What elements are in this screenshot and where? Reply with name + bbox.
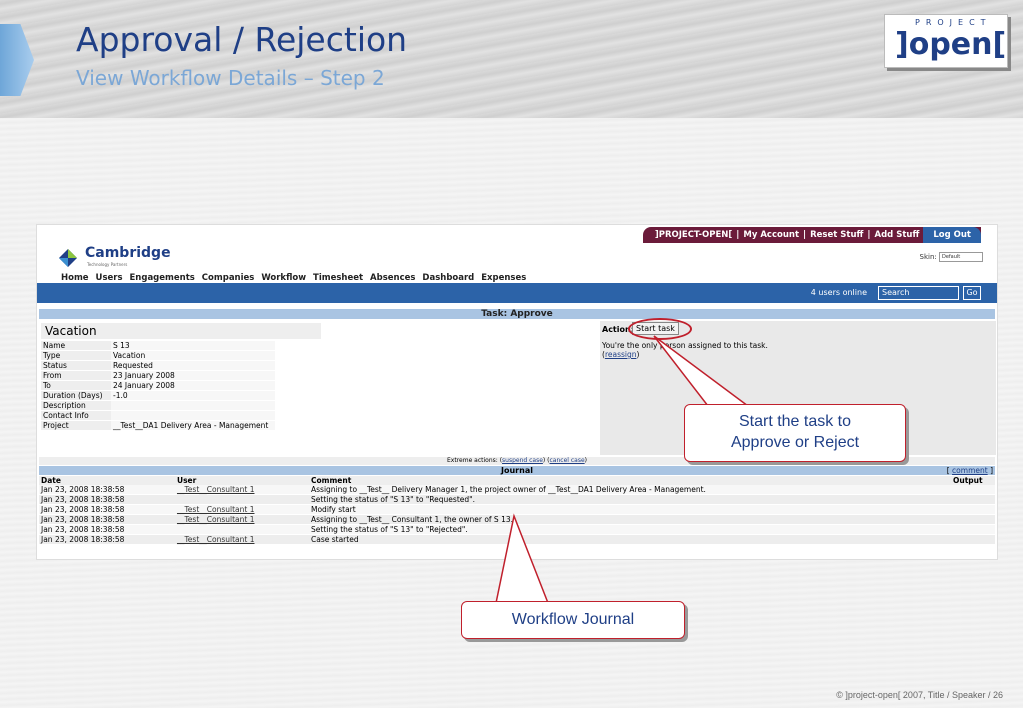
- callout-line-2: Approve or Reject: [730, 434, 860, 451]
- field-row: To 24 January 2008: [41, 380, 275, 391]
- logo-small-text: PROJECT: [915, 18, 992, 27]
- slide-subtitle: View Workflow Details – Step 2: [76, 66, 385, 90]
- vacation-fields: Name S 13 Type Vacation Status Requested Fr…: [41, 341, 275, 431]
- field-row: Type Vacation: [41, 350, 275, 361]
- logo-big-text: ]open[: [895, 27, 1007, 62]
- comment-link-wrap: [ comment ]: [946, 466, 993, 475]
- slide-footer: © ]project-open[ 2007, Title / Speaker /…: [836, 690, 1003, 700]
- field-row: Name S 13: [41, 341, 275, 351]
- nav-dashboard[interactable]: Dashboard: [422, 273, 474, 283]
- comment-link[interactable]: comment: [952, 466, 988, 475]
- col-output: Output: [951, 476, 995, 485]
- field-row: Duration (Days) -1.0: [41, 390, 275, 401]
- field-row: Contact Info: [41, 410, 275, 421]
- reassign-line: (reassign): [602, 350, 640, 359]
- field-row: Project __Test__DA1 Delivery Area - Manag…: [41, 420, 275, 431]
- cambridge-diamond-icon: [59, 249, 77, 267]
- nav-engagements[interactable]: Engagements: [130, 273, 195, 283]
- highlight-circle: [628, 318, 692, 340]
- nav-timesheet[interactable]: Timesheet: [313, 273, 363, 283]
- reassign-link[interactable]: reassign: [605, 350, 637, 359]
- nav-workflow[interactable]: Workflow: [261, 273, 306, 283]
- nav-expenses[interactable]: Expenses: [481, 273, 526, 283]
- nav-companies[interactable]: Companies: [202, 273, 255, 283]
- logo-tagline: Technology Partners: [87, 262, 128, 267]
- table-row: Jan 23, 2008 18:38:58 __Test__Consultant …: [39, 514, 995, 525]
- topbar-brand[interactable]: ]PROJECT-OPEN[: [651, 230, 736, 240]
- slide-header: Approval / Rejection View Workflow Detai…: [0, 0, 1023, 118]
- field-row: From 23 January 2008: [41, 370, 275, 381]
- table-row: Jan 23, 2008 18:38:58 __Test__Consultant …: [39, 504, 995, 515]
- top-menu-bar: ]PROJECT-OPEN[| My Account | Reset Stuff |…: [642, 227, 981, 243]
- start-task-callout: Start the task to Approve or Reject: [684, 404, 906, 462]
- header-arrow-tab: [0, 24, 34, 96]
- company-logo: Cambridge Technology Partners: [59, 243, 171, 269]
- nav-users[interactable]: Users: [96, 273, 123, 283]
- workflow-journal-callout: Workflow Journal: [461, 601, 685, 639]
- logout-button[interactable]: Log Out: [923, 227, 981, 243]
- users-online: 4 users online: [810, 288, 867, 297]
- cancel-case-link[interactable]: cancel case: [550, 457, 585, 464]
- skin-selector: Skin: Default: [920, 252, 983, 262]
- field-row: Description: [41, 400, 275, 411]
- project-open-logo: PROJECT ]open[: [884, 14, 1008, 68]
- nav-absences[interactable]: Absences: [370, 273, 415, 283]
- table-row: Jan 23, 2008 18:38:58 Setting the status …: [39, 494, 995, 505]
- suspend-case-link[interactable]: suspend case: [502, 457, 543, 464]
- search-input[interactable]: Search: [878, 286, 959, 300]
- skin-label: Skin:: [919, 253, 937, 261]
- journal-title: Journal: [39, 466, 995, 475]
- add-stuff-link[interactable]: Add Stuff: [871, 230, 924, 240]
- nav-home[interactable]: Home: [61, 273, 89, 283]
- col-comment: Comment: [309, 476, 951, 485]
- journal-table: Date User Comment Output Jan 23, 2008 18…: [39, 476, 995, 545]
- slide-title: Approval / Rejection: [76, 20, 408, 59]
- skin-select[interactable]: Default: [939, 252, 983, 262]
- task-title: Task: Approve: [39, 309, 995, 319]
- reset-stuff-link[interactable]: Reset Stuff: [806, 230, 867, 240]
- table-row: Jan 23, 2008 18:38:58 Setting the status …: [39, 524, 995, 535]
- table-row: Jan 23, 2008 18:38:58 __Test__Consultant …: [39, 485, 995, 495]
- go-button[interactable]: Go: [963, 286, 981, 300]
- app-screenshot: ]PROJECT-OPEN[| My Account | Reset Stuff |…: [36, 224, 998, 560]
- main-nav: Home Users Engagements Companies Workflo…: [61, 273, 530, 283]
- only-person-text: You're the only person assigned to this …: [602, 341, 768, 350]
- logo-name: Cambridge: [85, 245, 171, 261]
- journal-header-row: Date User Comment Output: [39, 476, 995, 485]
- col-user: User: [175, 476, 309, 485]
- col-date: Date: [39, 476, 175, 485]
- field-row: Status Requested: [41, 360, 275, 371]
- my-account-link[interactable]: My Account: [739, 230, 803, 240]
- callout-line-1: Start the task to: [738, 413, 852, 430]
- vacation-heading: Vacation: [41, 323, 321, 339]
- blue-toolbar: 4 users online Search Go: [37, 283, 997, 303]
- table-row: Jan 23, 2008 18:38:58 __Test__Consultant …: [39, 534, 995, 545]
- vacation-panel: Vacation Name S 13 Type Vacation Status Req…: [39, 321, 599, 455]
